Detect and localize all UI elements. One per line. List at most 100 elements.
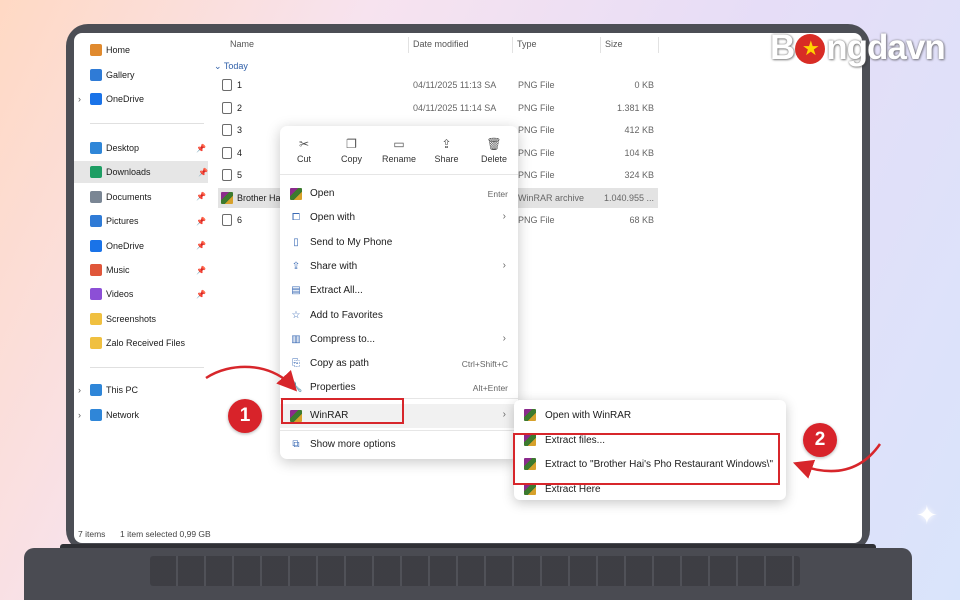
status-item-count: 7 items xyxy=(78,529,106,539)
compress-icon: ▥ xyxy=(291,333,301,345)
sidebar-item-label: Documents xyxy=(106,191,152,202)
sidebar-item-zalo-received-files[interactable]: Zalo Received Files xyxy=(90,332,206,354)
step-1-badge: 1 xyxy=(228,399,262,433)
music-icon xyxy=(90,264,102,276)
phone-icon: ▯ xyxy=(293,236,299,248)
sidebar-item-downloads[interactable]: Downloads 📌 xyxy=(74,161,208,184)
sidebar-item-home[interactable]: Home xyxy=(90,39,206,61)
menu-item-label: Extract All... xyxy=(310,285,363,297)
extract-all-icon: ▤ xyxy=(291,285,301,297)
submenu-item-1[interactable]: Open with WinRAR xyxy=(514,404,786,426)
pin-icon: 📌 xyxy=(196,192,206,202)
share-button[interactable]: ⇪ Share xyxy=(425,136,469,164)
delete-button[interactable]: 🗑 Delete xyxy=(472,136,516,164)
cut-button[interactable]: ✂ Cut xyxy=(282,136,326,164)
sidebar-item-pictures[interactable]: Pictures 📌 xyxy=(90,210,206,232)
menu-item-show-more-options[interactable]: ⧉ Show more options xyxy=(280,433,518,457)
group-header-today[interactable]: ⌄ Today xyxy=(214,61,248,72)
sidebar-item-documents[interactable]: Documents 📌 xyxy=(90,186,206,208)
menu-item-compress-to[interactable]: ▥ Compress to... › xyxy=(280,328,518,352)
chevron-right-icon: › xyxy=(502,211,506,223)
menu-item-label: Send to My Phone xyxy=(310,236,393,248)
menu-item-properties[interactable]: 🔧 Properties Alt+Enter xyxy=(280,376,518,400)
file-date: 04/11/2025 11:13 SA xyxy=(413,80,497,90)
chevron-right-icon[interactable]: › xyxy=(78,385,81,395)
folder-icon xyxy=(90,337,102,350)
share-icon: ⇪ xyxy=(441,137,452,151)
logo-text-suffix: ngdavn xyxy=(826,28,945,67)
download-icon xyxy=(90,166,102,179)
sidebar-item-label: This PC xyxy=(106,385,139,395)
menu-divider xyxy=(280,174,518,175)
sidebar-item-screenshots[interactable]: Screenshots xyxy=(90,308,206,330)
column-divider xyxy=(512,37,513,53)
image-file-icon xyxy=(222,79,232,91)
open-with-icon: ⧠ xyxy=(292,212,300,224)
file-type: WinRAR archive xyxy=(518,192,585,203)
sidebar-item-desktop[interactable]: Desktop 📌 xyxy=(90,137,206,159)
menu-item-copy-as-path[interactable]: ⎘ Copy as path Ctrl+Shift+C xyxy=(280,352,518,376)
menu-item-add-to-favorites[interactable]: ☆ Add to Favorites xyxy=(280,304,518,328)
network-icon xyxy=(90,408,102,421)
sidebar-item-label: OneDrive xyxy=(106,240,145,251)
chevron-right-icon[interactable]: › xyxy=(78,410,81,420)
rename-button[interactable]: ▭ Rename xyxy=(377,136,421,164)
file-row[interactable]: 1 04/11/2025 11:13 SA PNG File 0 KB xyxy=(218,75,658,95)
image-file-icon xyxy=(222,101,232,114)
cloud-icon xyxy=(90,93,102,105)
menu-item-shortcut: Alt+Enter xyxy=(472,383,508,394)
sidebar-item-gallery[interactable]: Gallery xyxy=(90,64,206,86)
menu-item-label: Show more options xyxy=(310,439,396,450)
menu-item-label: Open with xyxy=(310,212,356,224)
menu-item-label: Open xyxy=(310,188,335,199)
sidebar-item-this-pc[interactable]: › This PC xyxy=(78,379,206,401)
copy-button[interactable]: ❐ Copy xyxy=(330,136,374,164)
step-2-badge: 2 xyxy=(803,423,837,457)
file-size: 0 KB xyxy=(634,80,654,90)
submenu-item-label: Open with WinRAR xyxy=(545,410,632,421)
sidebar-item-label: Desktop xyxy=(106,143,140,153)
column-divider xyxy=(600,37,601,53)
menu-item-open-with[interactable]: ⧠ Open with › xyxy=(280,206,518,230)
highlight-extract-box xyxy=(513,433,780,485)
quick-action-label: Copy xyxy=(340,154,362,164)
column-divider xyxy=(658,37,659,53)
pin-icon: 📌 xyxy=(196,216,206,226)
menu-item-extract-all[interactable]: ▤ Extract All... xyxy=(280,279,518,303)
winrar-archive-icon xyxy=(221,191,233,204)
sidebar-item-label: Home xyxy=(106,45,131,55)
quick-action-label: Rename xyxy=(381,154,417,164)
menu-item-share-with[interactable]: ⇪ Share with › xyxy=(280,255,518,279)
menu-item-label: Compress to... xyxy=(310,333,376,345)
column-size[interactable]: Size xyxy=(605,39,623,49)
sidebar-item-label: Screenshots xyxy=(106,313,157,324)
menu-item-label: Copy as path xyxy=(310,358,369,370)
sidebar-item-onedrive[interactable]: › OneDrive xyxy=(78,88,206,110)
sidebar-item-videos[interactable]: Videos 📌 xyxy=(90,283,206,305)
column-name[interactable]: Name xyxy=(230,39,254,49)
menu-item-shortcut: Enter xyxy=(487,189,508,199)
sidebar-item-label: Downloads xyxy=(106,167,151,178)
chevron-right-icon[interactable]: › xyxy=(78,94,81,104)
sidebar-divider xyxy=(90,123,204,124)
winrar-icon xyxy=(290,188,302,200)
share-with-icon: ⇪ xyxy=(291,260,301,272)
menu-item-open[interactable]: Open Enter xyxy=(280,182,518,206)
file-row[interactable]: 2 04/11/2025 11:14 SA PNG File 1.381 KB xyxy=(218,98,658,118)
quick-action-label: Cut xyxy=(296,154,311,164)
star-icon: ☆ xyxy=(291,309,301,321)
sidebar-item-network[interactable]: › Network xyxy=(78,404,206,426)
desktop-icon xyxy=(90,142,102,154)
sidebar-item-onedrive[interactable]: OneDrive 📌 xyxy=(90,235,206,257)
sidebar-item-music[interactable]: Music 📌 xyxy=(90,259,206,281)
keyboard xyxy=(150,556,800,586)
column-type[interactable]: Type xyxy=(517,39,537,49)
sidebar-item-label: OneDrive xyxy=(106,94,145,104)
brand-logo: B ★ ngdavn xyxy=(770,28,946,68)
menu-item-send-to-my-phone[interactable]: ▯ Send to My Phone xyxy=(280,231,518,255)
image-file-icon xyxy=(222,169,232,181)
image-file-icon xyxy=(222,214,232,226)
chevron-down-icon: ⌄ xyxy=(214,61,222,71)
highlight-winrar-box xyxy=(281,398,404,424)
column-date[interactable]: Date modified xyxy=(413,39,469,49)
